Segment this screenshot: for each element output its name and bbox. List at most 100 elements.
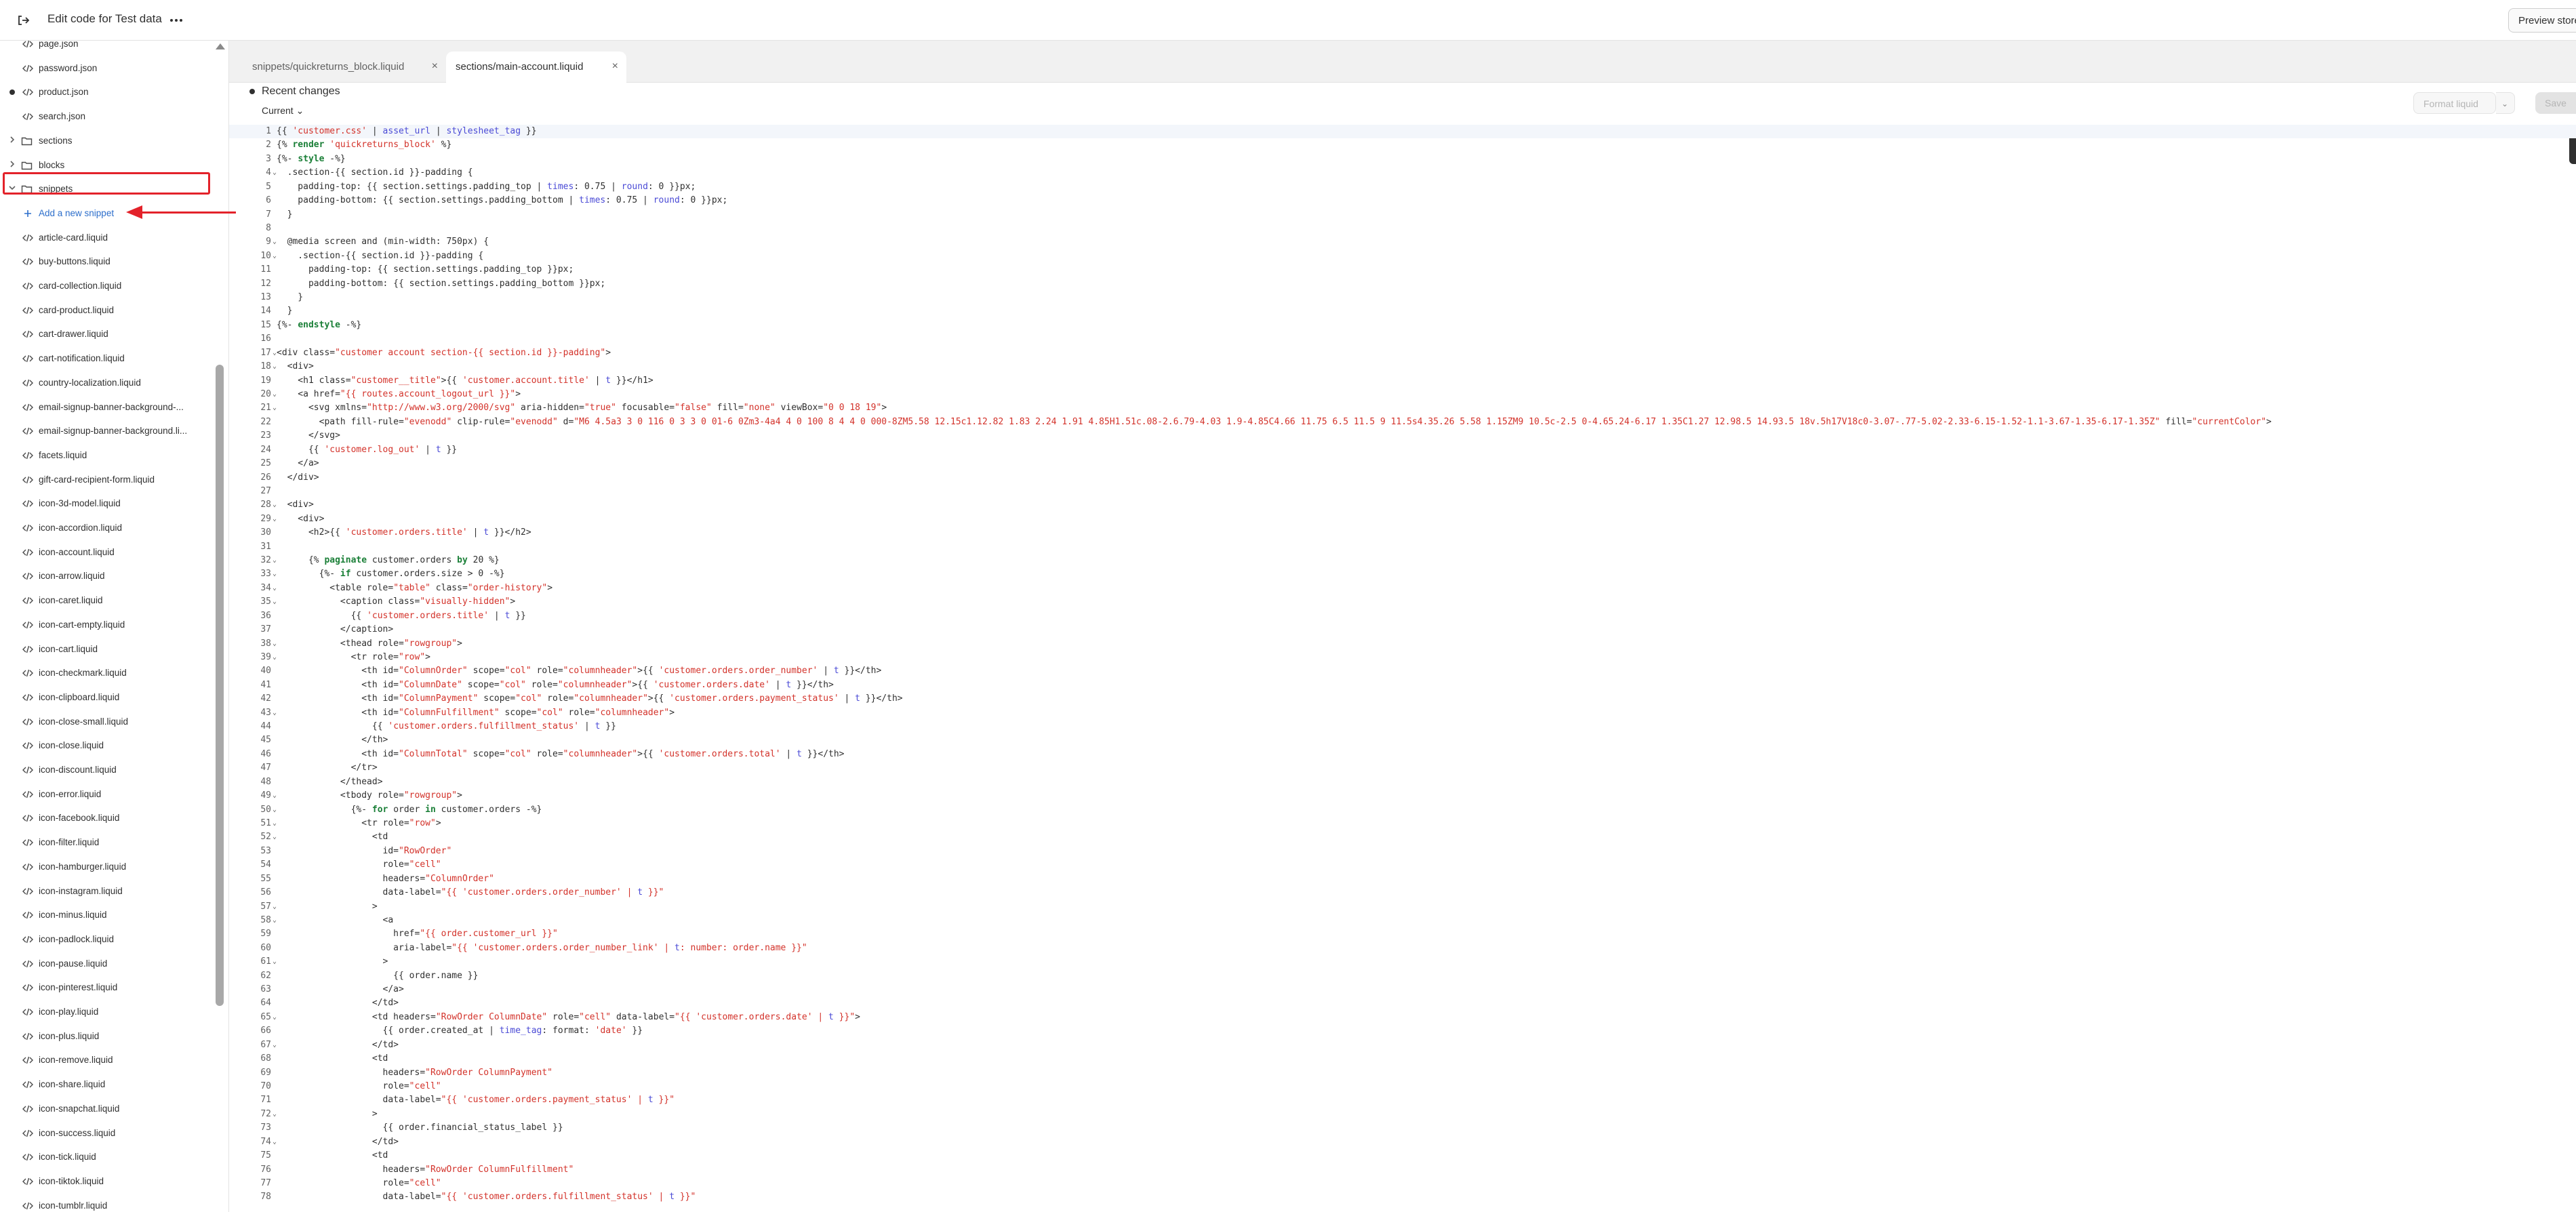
code-line[interactable]: 77 role="cell" [229,1177,2576,1190]
code-line[interactable]: 56 data-label="{{ 'customer.orders.order… [229,886,2576,900]
code-line[interactable]: 11 padding-top: {{ section.settings.padd… [229,263,2576,277]
code-line[interactable]: 3 {%- style -%} [229,153,2576,166]
code-line[interactable]: 78 data-label="{{ 'customer.orders.fulfi… [229,1190,2576,1204]
code-line[interactable]: 40 <th id="ColumnOrder" scope="col" role… [229,664,2576,678]
file-item[interactable]: buy-buttons.liquid [0,250,210,273]
file-item[interactable]: icon-tiktok.liquid [0,1170,210,1193]
code-line[interactable]: 2 {% render 'quickreturns_block' %} [229,138,2576,152]
code-line[interactable]: 43 ⌄ <th id="ColumnFulfillment" scope="co… [229,706,2576,720]
code-line[interactable]: 42 <th id="ColumnPayment" scope="col" ro… [229,692,2576,706]
close-icon[interactable]: × [432,60,438,73]
version-select[interactable]: Current ⌄ [262,105,304,117]
code-line[interactable]: 38 ⌄ <thead role="rowgroup"> [229,637,2576,651]
file-item[interactable]: icon-discount.liquid [0,759,210,782]
code-line[interactable]: 47 </tr> [229,761,2576,775]
code-line[interactable]: 71 data-label="{{ 'customer.orders.payme… [229,1093,2576,1107]
code-line[interactable]: 32 ⌄ {% paginate customer.orders by 20 %} [229,554,2576,567]
code-line[interactable]: 18 ⌄ <div> [229,360,2576,373]
code-line[interactable]: 26 </div> [229,471,2576,485]
file-item[interactable]: icon-plus.liquid [0,1025,210,1048]
folder-sections[interactable]: sections [0,129,210,153]
file-item[interactable]: icon-arrow.liquid [0,565,210,588]
format-options-chevron-icon[interactable]: ⌄ [2496,92,2515,114]
code-line[interactable]: 19 <h1 class="customer__title">{{ 'custo… [229,374,2576,388]
file-item[interactable]: icon-filter.liquid [0,831,210,854]
file-item[interactable]: icon-account.liquid [0,541,210,564]
preview-store-button[interactable]: Preview store [2508,8,2576,33]
code-line[interactable]: 5 padding-top: {{ section.settings.paddi… [229,180,2576,194]
tab-main-account[interactable]: sections/main-account.liquid × [446,52,626,83]
code-line[interactable]: 73 {{ order.financial_status_label }} [229,1121,2576,1135]
file-item[interactable]: icon-hamburger.liquid [0,855,210,878]
code-line[interactable]: 25 </a> [229,457,2576,470]
file-item[interactable]: icon-play.liquid [0,1001,210,1024]
file-item[interactable]: email-signup-banner-background-... [0,396,210,419]
file-item[interactable]: icon-close-small.liquid [0,710,210,733]
code-line[interactable]: 49 ⌄ <tbody role="rowgroup"> [229,789,2576,803]
code-line[interactable]: 4 ⌄ .section-{{ section.id }}-padding { [229,166,2576,180]
file-item[interactable]: page.json [0,41,210,56]
file-item[interactable]: country-localization.liquid [0,371,210,395]
code-line[interactable]: 33 ⌄ {%- if customer.orders.size > 0 -%} [229,567,2576,581]
code-line[interactable]: 30 <h2>{{ 'customer.orders.title' | t }}… [229,526,2576,540]
code-line[interactable]: 48 </thead> [229,775,2576,789]
file-item[interactable]: icon-checkmark.liquid [0,662,210,685]
code-line[interactable]: 66 {{ order.created_at | time_tag: forma… [229,1024,2576,1038]
file-item[interactable]: icon-cart.liquid [0,638,210,661]
code-line[interactable]: 8 [229,222,2576,235]
code-line[interactable]: 64 </td> [229,996,2576,1010]
file-item[interactable]: facets.liquid [0,444,210,467]
code-line[interactable]: 14 } [229,304,2576,318]
code-line[interactable]: 67 ⌄ </td> [229,1038,2576,1052]
file-item[interactable]: icon-error.liquid [0,783,210,806]
code-line[interactable]: 60 aria-label="{{ 'customer.orders.order… [229,942,2576,955]
file-item[interactable]: icon-instagram.liquid [0,880,210,903]
file-item[interactable]: icon-tumblr.liquid [0,1194,210,1212]
code-line[interactable]: 51 ⌄ <tr role="row"> [229,817,2576,830]
code-line[interactable]: 57 ⌄ > [229,900,2576,914]
file-item[interactable]: icon-cart-empty.liquid [0,613,210,637]
file-item[interactable]: card-product.liquid [0,299,210,322]
close-icon[interactable]: × [612,60,618,73]
code-line[interactable]: 75 <td [229,1149,2576,1163]
code-line[interactable]: 65 ⌄ <td headers="RowOrder ColumnDate" ro… [229,1011,2576,1024]
file-item[interactable]: icon-close.liquid [0,734,210,757]
code-line[interactable]: 58 ⌄ <a [229,914,2576,927]
file-item[interactable]: password.json [0,57,210,80]
code-line[interactable]: 46 <th id="ColumnTotal" scope="col" role… [229,748,2576,761]
code-line[interactable]: 7 } [229,208,2576,222]
code-line[interactable]: 12 padding-bottom: {{ section.settings.p… [229,277,2576,291]
code-line[interactable]: 9 ⌄ @media screen and (min-width: 750px) … [229,235,2576,249]
file-item[interactable]: icon-caret.liquid [0,589,210,612]
code-line[interactable]: 17 ⌄ <div class="customer account section-… [229,346,2576,360]
code-line[interactable]: 54 role="cell" [229,858,2576,872]
code-line[interactable]: 22 <path fill-rule="evenodd" clip-rule="… [229,416,2576,429]
code-line[interactable]: 52 ⌄ <td [229,830,2576,844]
code-line[interactable]: 72 ⌄ > [229,1108,2576,1121]
code-line[interactable]: 69 headers="RowOrder ColumnPayment" [229,1066,2576,1080]
code-line[interactable]: 62 {{ order.name }} [229,969,2576,983]
file-item[interactable]: card-collection.liquid [0,275,210,298]
code-line[interactable]: 20 ⌄ <a href="{{ routes.account_logout_ur… [229,388,2576,401]
code-line[interactable]: 35 ⌄ <caption class="visually-hidden"> [229,595,2576,609]
file-item[interactable]: cart-drawer.liquid [0,323,210,346]
save-button[interactable]: Save [2535,92,2576,114]
code-line[interactable]: 28 ⌄ <div> [229,498,2576,512]
code-line[interactable]: 37 </caption> [229,623,2576,637]
tab-quickreturns-block[interactable]: snippets/quickreturns_block.liquid × [243,52,446,83]
code-editor[interactable]: 1 {{ 'customer.css' | asset_url | stylesh… [229,125,2576,1212]
file-item[interactable]: icon-clipboard.liquid [0,686,210,709]
file-item[interactable]: icon-remove.liquid [0,1049,210,1072]
file-item[interactable]: icon-minus.liquid [0,904,210,927]
code-line[interactable]: 45 </th> [229,733,2576,747]
file-item[interactable]: article-card.liquid [0,226,210,249]
code-line[interactable]: 39 ⌄ <tr role="row"> [229,651,2576,664]
code-line[interactable]: 61 ⌄ > [229,955,2576,969]
code-line[interactable]: 34 ⌄ <table role="table" class="order-his… [229,582,2576,595]
code-line[interactable]: 27 [229,485,2576,498]
scroll-up-arrow[interactable] [216,43,225,49]
code-line[interactable]: 76 headers="RowOrder ColumnFulfillment" [229,1163,2576,1177]
code-line[interactable]: 29 ⌄ <div> [229,512,2576,526]
code-line[interactable]: 68 <td [229,1052,2576,1066]
file-item[interactable]: search.json [0,105,210,128]
